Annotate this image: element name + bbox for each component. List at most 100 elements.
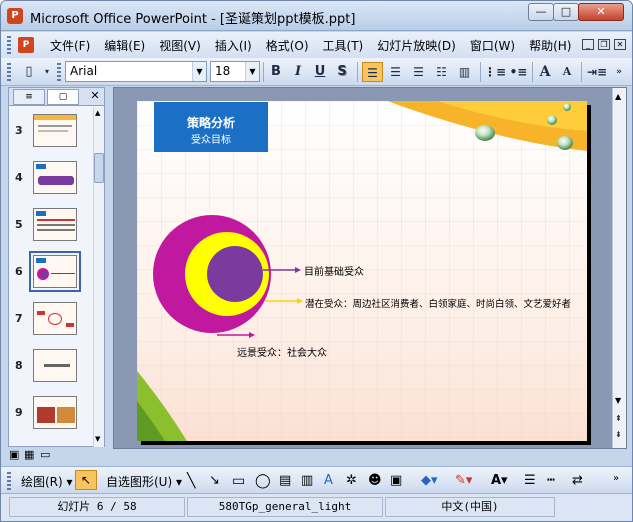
menu-slideshow[interactable]: 幻灯片放映(D) bbox=[370, 37, 463, 54]
doc-restore-icon[interactable]: ❐ bbox=[598, 39, 610, 50]
clipart-icon[interactable]: ☻ bbox=[368, 473, 382, 488]
document-icon[interactable]: P bbox=[18, 37, 34, 53]
tab-slides[interactable]: ▢ bbox=[47, 89, 79, 105]
arrow-icon[interactable]: ↘ bbox=[209, 473, 220, 488]
tab-outline[interactable]: ≡ bbox=[13, 89, 45, 105]
rectangle-icon[interactable]: ▭ bbox=[232, 473, 245, 489]
close-panel-icon[interactable]: ✕ bbox=[87, 89, 103, 105]
draw-menu-button[interactable]: 绘图(R) ▾ bbox=[21, 473, 73, 490]
indent-icon[interactable]: ⇥≡ bbox=[586, 62, 608, 82]
font-color-icon[interactable]: A▾ bbox=[491, 473, 508, 488]
close-button[interactable]: ✕ bbox=[578, 3, 624, 21]
toolbar-options-icon[interactable]: » bbox=[613, 62, 625, 82]
font-size-combo[interactable]: 18 ▼ bbox=[210, 61, 260, 82]
menu-file[interactable]: 文件(F) bbox=[43, 37, 97, 54]
decrease-font-button[interactable]: A bbox=[557, 62, 577, 82]
thumbnail-item[interactable]: 4 bbox=[9, 158, 93, 202]
scroll-up-icon[interactable]: ▲ bbox=[95, 109, 100, 117]
maximize-button[interactable]: □ bbox=[553, 3, 579, 21]
previous-slide-icon[interactable]: ⇞ bbox=[615, 414, 622, 423]
align-justify-icon[interactable]: ☷ bbox=[431, 62, 452, 82]
line-color-icon[interactable]: ✎▾ bbox=[455, 473, 472, 488]
numbering-icon[interactable]: ⋮≡ bbox=[484, 62, 506, 82]
slide-thumbnail[interactable] bbox=[33, 114, 77, 147]
title-bar[interactable]: P Microsoft Office PowerPoint - [圣诞策划ppt… bbox=[1, 1, 632, 31]
autoshapes-button[interactable]: 自选图形(U) ▾ bbox=[106, 473, 182, 490]
slide-thumbnail[interactable] bbox=[33, 396, 77, 429]
vertical-textbox-icon[interactable]: ▥ bbox=[301, 473, 313, 488]
powerpoint-app-icon[interactable]: P bbox=[7, 8, 23, 24]
drawbar-grip[interactable] bbox=[7, 472, 11, 490]
oval-icon[interactable]: ◯ bbox=[255, 473, 271, 489]
thumbnail-item[interactable]: 5 bbox=[9, 205, 93, 249]
italic-button[interactable]: I bbox=[288, 62, 308, 82]
menu-window[interactable]: 窗口(W) bbox=[463, 37, 522, 54]
slide-title-box[interactable]: 策略分析 受众目标 bbox=[154, 102, 268, 152]
line-style-icon[interactable]: ☰ bbox=[524, 473, 536, 488]
thumbnail-item[interactable]: 8 bbox=[9, 346, 93, 390]
menu-view[interactable]: 视图(V) bbox=[152, 37, 208, 54]
separator bbox=[532, 62, 533, 82]
slide-thumbnail[interactable] bbox=[33, 161, 77, 194]
textbox-icon[interactable]: ▤ bbox=[279, 473, 291, 488]
design-template-name[interactable]: 580TGp_general_light bbox=[187, 497, 383, 517]
increase-font-button[interactable]: A bbox=[535, 62, 555, 82]
diagram-icon[interactable]: ✲ bbox=[346, 473, 357, 488]
menubar-grip[interactable] bbox=[7, 36, 11, 54]
toolbar-grip-2[interactable] bbox=[57, 63, 61, 81]
menu-bar: P 文件(F) 编辑(E) 视图(V) 插入(I) 格式(O) 工具(T) 幻灯… bbox=[1, 32, 632, 58]
menu-insert[interactable]: 插入(I) bbox=[208, 37, 259, 54]
normal-view-icon[interactable]: ▣ bbox=[9, 448, 19, 461]
toolbar-grip[interactable] bbox=[7, 63, 11, 81]
thumbnail-item[interactable]: 3 bbox=[9, 111, 93, 155]
label-distant-audience[interactable]: 远景受众：社会大众 bbox=[237, 344, 327, 359]
slide-thumbnail-selected[interactable] bbox=[29, 251, 81, 292]
thumbnail-scrollbar[interactable]: ▲ ▼ bbox=[93, 107, 104, 447]
scroll-up-icon[interactable]: ▲ bbox=[615, 92, 621, 101]
menu-tools[interactable]: 工具(T) bbox=[316, 37, 371, 54]
picture-icon[interactable]: ▣ bbox=[390, 473, 402, 488]
slide-thumbnail[interactable] bbox=[33, 302, 77, 335]
chevron-down-icon[interactable]: ▼ bbox=[192, 62, 206, 81]
distribute-icon[interactable]: ▥ bbox=[454, 62, 475, 82]
slide-thumbnail[interactable] bbox=[33, 208, 77, 241]
doc-close-icon[interactable]: ✕ bbox=[614, 39, 626, 50]
doc-minimize-icon[interactable]: _ bbox=[582, 39, 594, 50]
thumbnail-item[interactable]: 7 bbox=[9, 299, 93, 343]
new-document-icon[interactable]: ▯ bbox=[18, 62, 40, 82]
line-icon[interactable]: ╲ bbox=[187, 473, 195, 489]
slide-scrollbar[interactable]: ▲ ▼ ⇞ ⇟ bbox=[612, 88, 626, 448]
chevron-down-icon[interactable]: ▼ bbox=[245, 62, 259, 81]
align-left-icon[interactable]: ☰ bbox=[362, 62, 383, 82]
bold-button[interactable]: B bbox=[266, 62, 286, 82]
label-potential-audience[interactable]: 潜在受众：周边社区消费者、白领家庭、时尚白领、文艺爱好者 bbox=[305, 296, 571, 310]
slide-canvas[interactable]: 策略分析 受众目标 目前基础受众 潜在受众：周边社区消费者、白领家庭、时尚白领、… bbox=[137, 101, 587, 441]
next-slide-icon[interactable]: ⇟ bbox=[615, 430, 622, 439]
menu-format[interactable]: 格式(O) bbox=[259, 37, 316, 54]
toolbar-options-icon[interactable]: » bbox=[613, 473, 619, 484]
arrow-style-icon[interactable]: ⇄ bbox=[572, 473, 583, 488]
bullets-icon[interactable]: •≡ bbox=[508, 62, 529, 82]
slideshow-icon[interactable]: ▭ bbox=[40, 448, 50, 461]
font-name-combo[interactable]: Arial ▼ bbox=[65, 61, 207, 82]
align-right-icon[interactable]: ☰ bbox=[408, 62, 429, 82]
fill-color-icon[interactable]: ◆▾ bbox=[421, 473, 438, 488]
underline-button[interactable]: U bbox=[310, 62, 330, 82]
minimize-button[interactable]: — bbox=[528, 3, 554, 21]
menu-help[interactable]: 帮助(H) bbox=[522, 37, 578, 54]
thumbnail-item[interactable]: 9 bbox=[9, 393, 93, 437]
scroll-down-icon[interactable]: ▼ bbox=[615, 396, 621, 405]
scroll-thumb[interactable] bbox=[94, 153, 104, 183]
wordart-icon[interactable]: A bbox=[324, 473, 333, 488]
toolbar-options-icon[interactable]: ▾ bbox=[41, 62, 53, 82]
align-center-icon[interactable]: ☰ bbox=[385, 62, 406, 82]
slide-thumbnail[interactable] bbox=[33, 349, 77, 382]
shadow-button[interactable]: S bbox=[332, 62, 352, 82]
slide-sorter-icon[interactable]: ▦ bbox=[24, 448, 34, 461]
select-pointer-icon[interactable]: ↖ bbox=[75, 470, 97, 490]
thumbnail-item[interactable]: 6 bbox=[9, 251, 93, 296]
dash-style-icon[interactable]: ┅ bbox=[547, 473, 555, 488]
scroll-down-icon[interactable]: ▼ bbox=[95, 435, 100, 443]
menu-edit[interactable]: 编辑(E) bbox=[97, 37, 152, 54]
label-basic-audience[interactable]: 目前基础受众 bbox=[304, 263, 364, 278]
